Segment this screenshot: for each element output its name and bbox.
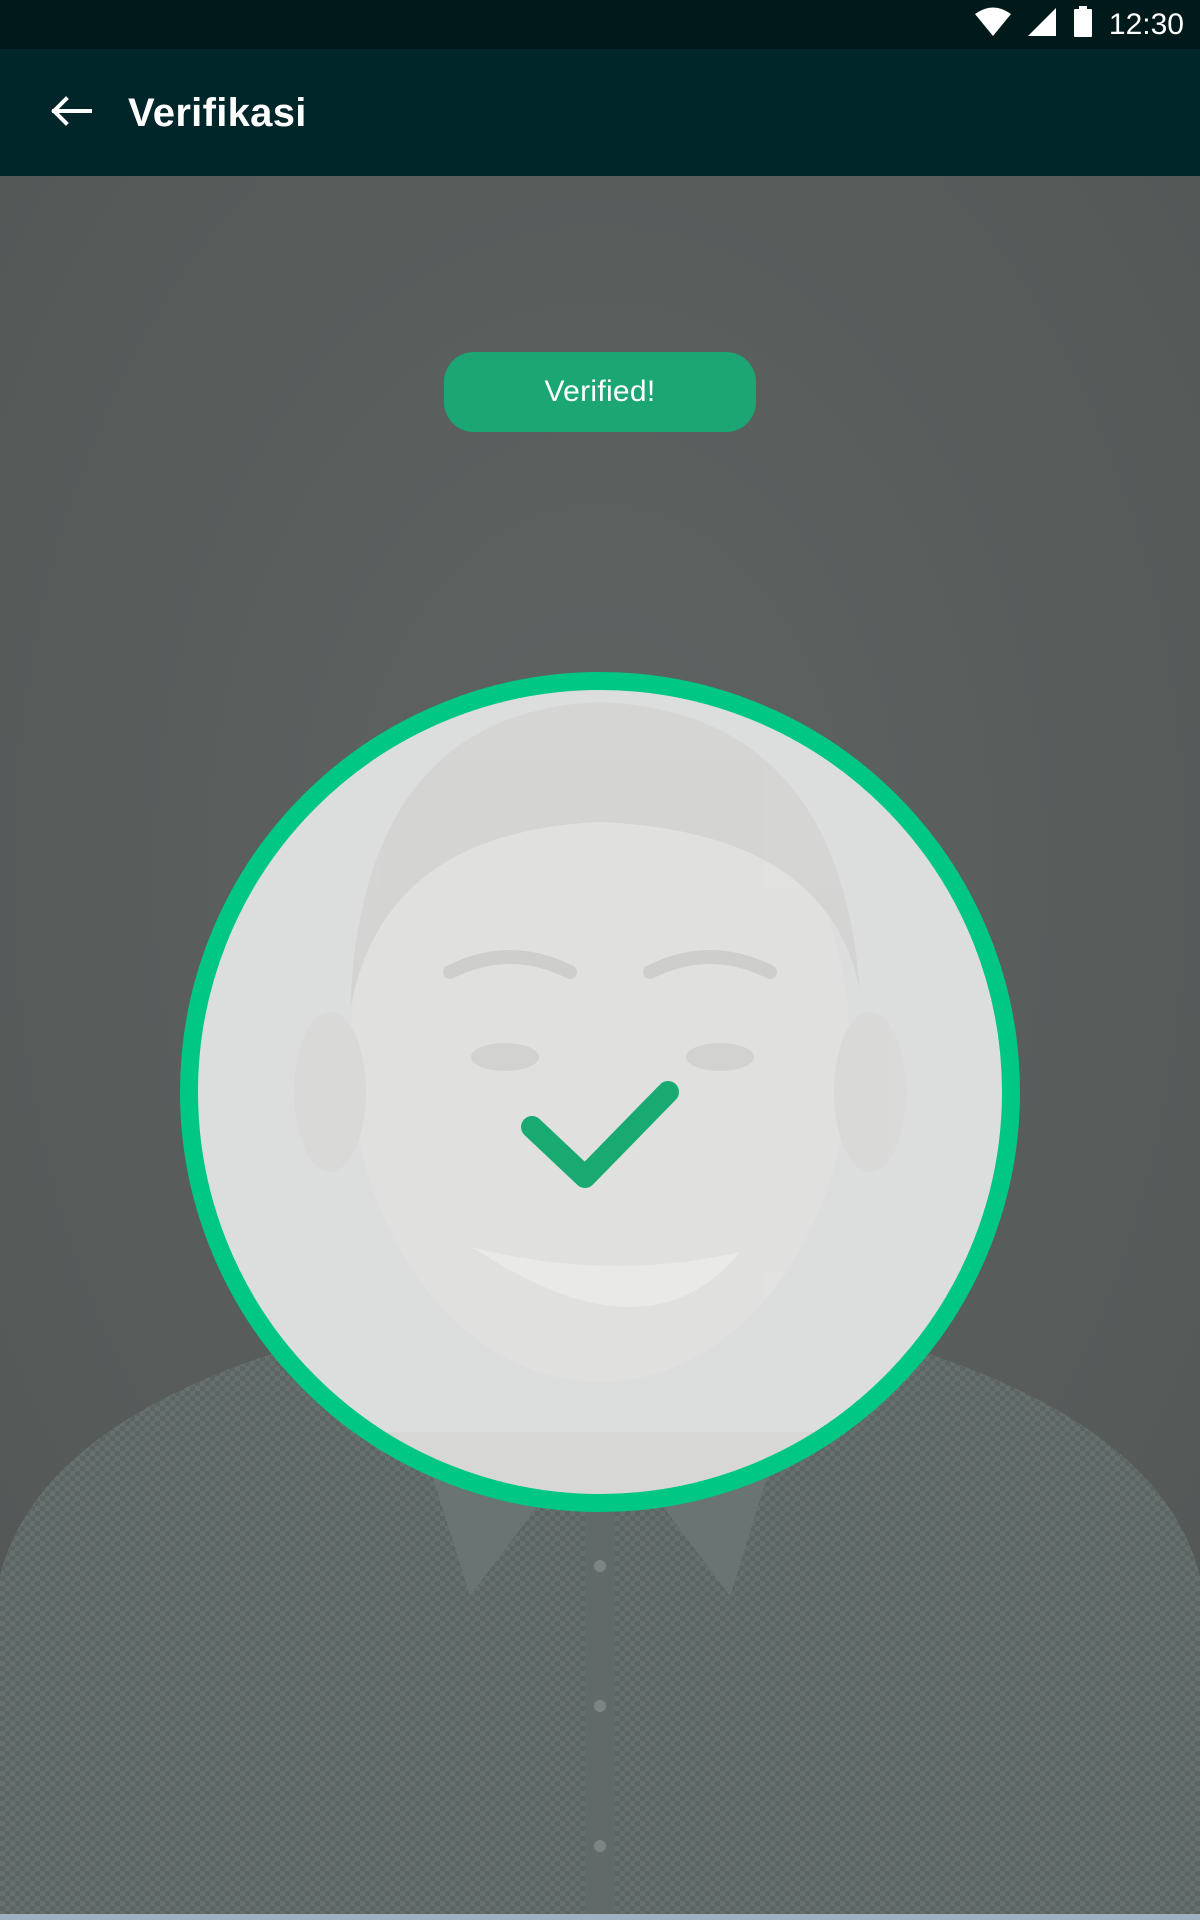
wifi-icon [974,7,1011,42]
back-button[interactable] [36,77,108,149]
status-icons: 12:30 [974,0,1184,49]
face-frame [180,672,1020,1512]
bottom-edge [0,1914,1200,1920]
battery-icon [1073,6,1093,43]
page-title: Verifikasi [128,91,307,135]
cellular-signal-icon [1027,7,1057,42]
camera-preview: Verified! [0,176,1200,1920]
verified-badge: Verified! [444,352,756,432]
status-bar: 12:30 [0,0,1200,49]
status-time: 12:30 [1108,7,1184,41]
app-bar: Verifikasi [0,49,1200,176]
arrow-left-icon [50,95,94,132]
